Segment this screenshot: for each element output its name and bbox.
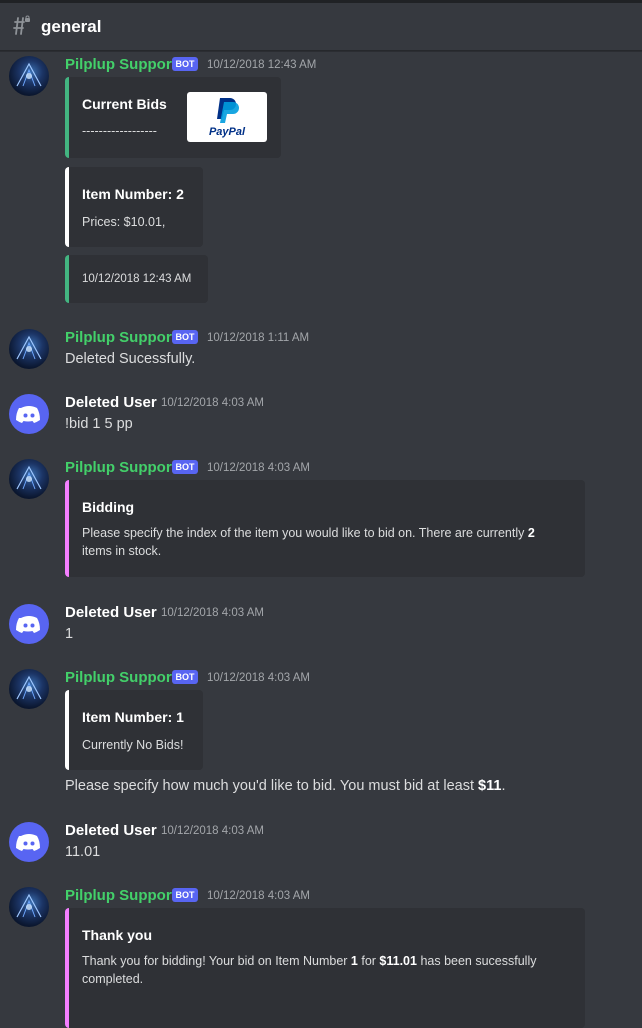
embed: Item Number: 1 Currently No Bids! xyxy=(65,690,203,770)
message-text-part: . xyxy=(501,778,506,794)
embed-description: ------------------ xyxy=(82,124,157,138)
embed-description-bold: 1 xyxy=(350,954,358,968)
message: Pilplup Support BOT 10/12/2018 12:43 AM … xyxy=(0,52,642,307)
embed-description-text: Please specify the index of the item you… xyxy=(82,526,528,540)
message: Deleted User 10/12/2018 4:03 AM 11.01 xyxy=(0,818,642,868)
bot-badge: BOT xyxy=(172,888,198,902)
embed-description-bold: 2 xyxy=(527,526,535,540)
author-name[interactable]: Deleted User xyxy=(65,822,157,839)
message: Deleted User 10/12/2018 4:03 AM 1 xyxy=(0,600,642,650)
embed-description-text: for xyxy=(357,954,380,968)
avatar[interactable] xyxy=(9,604,49,644)
timestamp: 10/12/2018 4:03 AM xyxy=(207,890,310,902)
author-name[interactable]: Deleted User xyxy=(65,604,157,621)
embed-title: Current Bids xyxy=(82,96,167,112)
embed-title: Bidding xyxy=(82,499,135,515)
avatar[interactable] xyxy=(9,56,49,96)
avatar[interactable] xyxy=(9,329,49,369)
embed-description-text: Thank you for bidding! Your bid on Item … xyxy=(82,954,351,968)
paypal-logo-icon: PayPal xyxy=(209,98,246,138)
timestamp: 10/12/2018 4:03 AM xyxy=(207,672,310,684)
discord-logo-icon xyxy=(16,406,40,423)
author-name[interactable]: Pilplup Support xyxy=(65,669,177,686)
embed-description: Thank you for bidding! Your bid on Item … xyxy=(82,952,572,988)
message-text-part: Please specify how much you'd like to bi… xyxy=(65,778,479,794)
bot-avatar-icon xyxy=(16,465,42,490)
embed-footer: 10/12/2018 12:43 AM xyxy=(82,273,192,285)
message: Deleted User 10/12/2018 4:03 AM !bid 1 5… xyxy=(0,390,642,440)
discord-logo-icon xyxy=(16,834,40,851)
message: Pilplup Support BOT 10/12/2018 1:11 AM D… xyxy=(0,325,642,375)
timestamp: 10/12/2018 1:11 AM xyxy=(207,332,310,344)
avatar[interactable] xyxy=(9,822,49,862)
author-name[interactable]: Pilplup Support xyxy=(65,56,177,73)
embed: Current Bids ------------------ PayPal xyxy=(65,77,281,158)
paypal-thumbnail[interactable]: PayPal xyxy=(187,92,267,142)
timestamp: 10/12/2018 4:03 AM xyxy=(161,825,264,837)
embed-description: Please specify the index of the item you… xyxy=(82,524,572,560)
embed-description: Currently No Bids! xyxy=(82,738,184,752)
message-text: !bid 1 5 pp xyxy=(65,416,133,432)
author-name[interactable]: Deleted User xyxy=(65,394,157,411)
embed: Bidding Please specify the index of the … xyxy=(65,480,585,577)
avatar[interactable] xyxy=(9,459,49,499)
author-name[interactable]: Pilplup Support xyxy=(65,329,177,346)
timestamp: 10/12/2018 4:03 AM xyxy=(161,607,264,619)
message: Pilplup Support BOT 10/12/2018 4:03 AM T… xyxy=(0,883,642,1028)
author-name[interactable]: Pilplup Support xyxy=(65,459,177,476)
embed-title: Item Number: 2 xyxy=(82,186,184,202)
avatar[interactable] xyxy=(9,887,49,927)
discord-logo-icon xyxy=(16,616,40,633)
bot-badge: BOT xyxy=(172,330,198,344)
embed: Thank you Thank you for bidding! Your bi… xyxy=(65,908,585,1028)
embed-description-text: has been sucessfully xyxy=(416,954,537,968)
embed-description-text: items in stock. xyxy=(82,544,162,558)
avatar[interactable] xyxy=(9,669,49,709)
text-channel-locked-icon xyxy=(13,15,30,35)
timestamp: 10/12/2018 12:43 AM xyxy=(207,59,317,71)
avatar[interactable] xyxy=(9,394,49,434)
bot-badge: BOT xyxy=(172,57,198,71)
message: Pilplup Support BOT 10/12/2018 4:03 AM B… xyxy=(0,455,642,580)
embed-title: Item Number: 1 xyxy=(82,709,184,725)
bot-avatar-icon xyxy=(16,675,42,700)
timestamp: 10/12/2018 4:03 AM xyxy=(161,397,264,409)
embed-description: Prices: $10.01, xyxy=(82,215,166,229)
bot-avatar-icon xyxy=(16,62,42,87)
message: Pilplup Support BOT 10/12/2018 4:03 AM I… xyxy=(0,665,642,800)
channel-header: general xyxy=(0,3,642,51)
bot-badge: BOT xyxy=(172,670,198,684)
embed: Item Number: 2 Prices: $10.01, xyxy=(65,167,203,247)
channel-name: general xyxy=(41,17,102,36)
message-text-bold: $11 xyxy=(478,778,502,794)
message-text: 1 xyxy=(65,626,74,642)
bot-avatar-icon xyxy=(16,335,42,360)
embed: 10/12/2018 12:43 AM xyxy=(65,255,208,303)
embed-description-text: completed. xyxy=(82,972,144,986)
embed-title: Thank you xyxy=(82,927,153,943)
bot-badge: BOT xyxy=(172,460,198,474)
message-text: Please specify how much you'd like to bi… xyxy=(65,778,505,794)
bot-avatar-icon xyxy=(16,893,42,918)
timestamp: 10/12/2018 4:03 AM xyxy=(207,462,310,474)
message-text: 11.01 xyxy=(65,844,101,860)
embed-description-bold: $11.01 xyxy=(379,954,417,968)
author-name[interactable]: Pilplup Support xyxy=(65,887,177,904)
message-text: Deleted Sucessfully. xyxy=(65,351,196,367)
paypal-logo-text: PayPal xyxy=(209,126,246,138)
